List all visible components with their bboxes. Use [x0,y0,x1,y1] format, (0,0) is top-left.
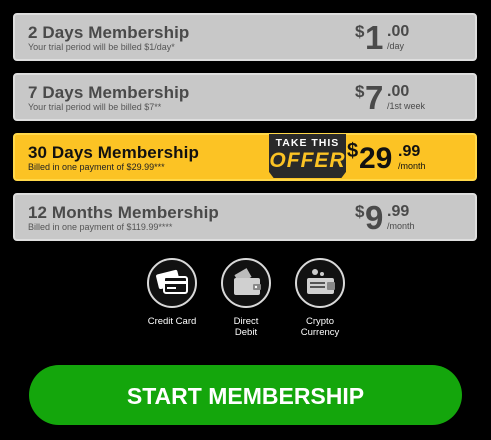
badge-line-1: TAKE THIS [275,137,340,149]
price-period: /month [387,221,415,231]
start-membership-button[interactable]: START MEMBERSHIP [29,365,462,425]
plan-name: 12 Months Membership [28,203,219,222]
plan-price: $ 9 .99 /month [355,199,445,239]
plan-price: $ 29 .99 /month [347,139,437,179]
wallet-icon [221,258,271,308]
price-period: /1st week [387,101,426,111]
payment-direct-debit[interactable]: Direct Debit [211,258,281,338]
crypto-wallet-icon [295,258,345,308]
price-main: 9 [365,199,384,236]
payment-label: Direct Debit [233,316,259,338]
take-this-offer-badge: TAKE THIS OFFER [269,134,346,178]
plan-option-12-months[interactable]: 12 Months Membership Billed in one payme… [13,193,477,241]
plan-option-7-days[interactable]: 7 Days Membership Your trial period will… [13,73,477,121]
plan-subtitle: Billed in one payment of $29.99*** [28,162,165,172]
plan-option-2-days[interactable]: 2 Days Membership Your trial period will… [13,13,477,61]
price-period: /day [387,41,405,51]
plan-option-30-days[interactable]: 30 Days Membership Billed in one payment… [13,133,477,181]
payment-crypto-currency[interactable]: Crypto Currency [285,258,355,338]
plan-name: 7 Days Membership [28,83,190,102]
plan-price: $ 1 .00 /day [355,19,445,59]
price-cents: .99 [387,203,410,220]
plan-name: 30 Days Membership [28,143,199,162]
price-main: 1 [365,19,384,56]
badge-line-2: OFFER [269,149,346,172]
price-cents: .00 [387,83,410,100]
price-main: 29 [359,142,393,175]
price-cents: .00 [387,23,410,40]
price-cents: .99 [398,143,421,160]
payment-label: Crypto Currency [300,316,340,338]
plan-price: $ 7 .00 /1st week [355,79,445,119]
payment-credit-card[interactable]: Credit Card [137,258,207,327]
plan-subtitle: Your trial period will be billed $1/day* [28,42,175,52]
credit-card-icon [147,258,197,308]
plan-name: 2 Days Membership [28,23,190,42]
price-currency: $ [355,22,365,41]
plan-subtitle: Billed in one payment of $119.99**** [28,222,173,232]
price-currency: $ [355,82,365,101]
plan-subtitle: Your trial period will be billed $7** [28,102,162,112]
price-currency: $ [355,202,365,221]
price-main: 7 [365,79,384,116]
price-currency: $ [347,140,359,162]
payment-label: Credit Card [147,316,197,327]
price-period: /month [398,161,426,171]
